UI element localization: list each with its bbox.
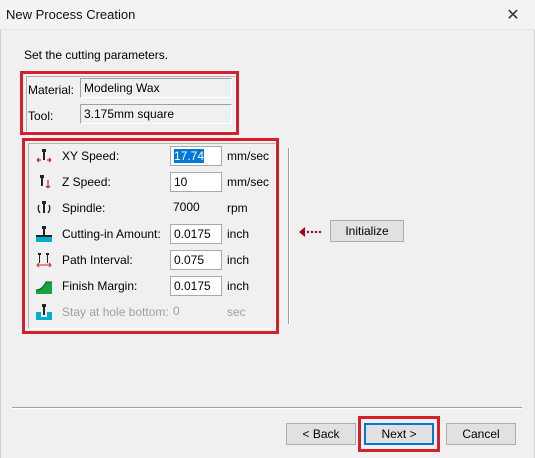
- instruction-text: Set the cutting parameters.: [24, 48, 169, 62]
- title-bar: New Process Creation ✕: [0, 0, 535, 30]
- cancel-button[interactable]: Cancel: [446, 423, 516, 445]
- window-title: New Process Creation: [6, 7, 136, 22]
- highlight-box-next: [358, 416, 440, 452]
- close-icon[interactable]: ✕: [501, 3, 525, 27]
- highlight-box-parameters: [22, 138, 279, 334]
- initialize-button[interactable]: Initialize: [330, 220, 404, 242]
- bottom-separator: [12, 407, 522, 409]
- left-arrow-icon: [299, 227, 322, 237]
- back-button[interactable]: < Back: [286, 423, 356, 445]
- highlight-box-material-tool: [20, 71, 239, 135]
- vertical-divider: [288, 148, 290, 324]
